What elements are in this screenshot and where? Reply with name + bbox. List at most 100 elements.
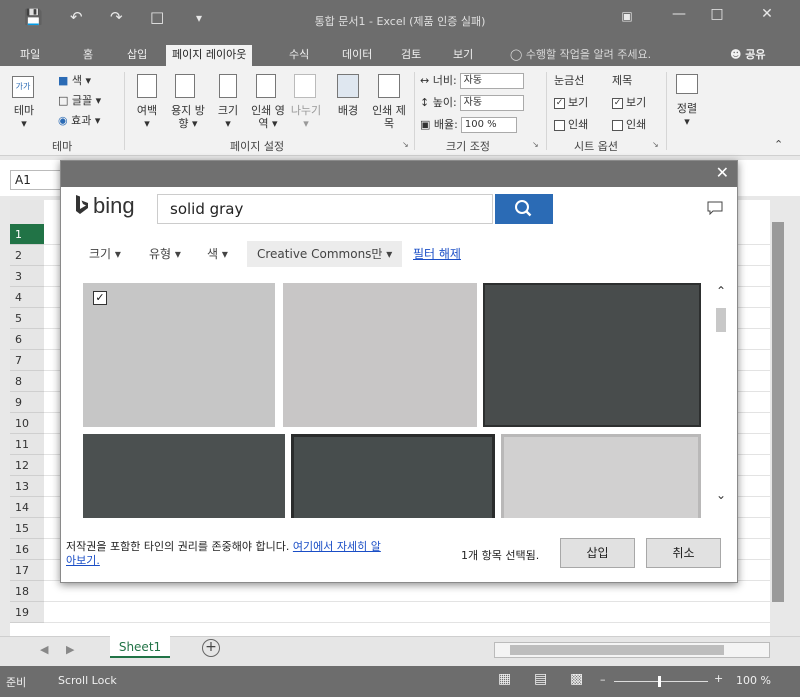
themes-button[interactable]: 테마 ▾: [8, 104, 40, 130]
cancel-button[interactable]: 취소: [646, 538, 721, 568]
print-area-button[interactable]: 인쇄 영역 ▾: [248, 104, 288, 130]
zoom-out-button[interactable]: –: [600, 673, 606, 686]
result-image[interactable]: [483, 283, 701, 427]
background-button[interactable]: 배경: [330, 104, 366, 117]
result-image[interactable]: ✓: [83, 283, 275, 427]
row-header[interactable]: 18: [10, 581, 44, 602]
gridlines-print-checkbox[interactable]: 인쇄: [554, 116, 588, 132]
results-scroll-thumb[interactable]: [716, 308, 726, 332]
maximize-button[interactable]: □: [702, 6, 732, 22]
tell-me-box[interactable]: ◯ 수행할 작업을 알려 주세요.: [510, 45, 651, 65]
type-filter[interactable]: 유형 ▾: [149, 241, 181, 267]
tab-formulas[interactable]: 수식: [283, 45, 315, 66]
vertical-scroll-thumb[interactable]: [772, 222, 784, 602]
scale-launcher-icon[interactable]: ↘: [532, 140, 539, 149]
color-filter[interactable]: 색 ▾: [207, 241, 228, 267]
scroll-up-icon[interactable]: ⌃: [711, 284, 731, 298]
select-all-corner[interactable]: [10, 200, 44, 224]
zoom-level[interactable]: 100 %: [736, 674, 771, 687]
arrange-button[interactable]: 정렬 ▾: [670, 102, 704, 128]
row-header[interactable]: 4: [10, 287, 44, 308]
insert-button[interactable]: 삽입: [560, 538, 635, 568]
group-divider: [124, 72, 125, 150]
print-titles-button[interactable]: 인쇄 제목: [370, 104, 408, 130]
scale-spinner[interactable]: 100 %: [460, 117, 517, 133]
row-header[interactable]: 14: [10, 497, 44, 518]
sheet-options-launcher-icon[interactable]: ↘: [652, 140, 659, 149]
theme-fonts-button[interactable]: □ 글꼴 ▾: [58, 92, 101, 108]
add-sheet-icon[interactable]: +: [202, 639, 220, 657]
minimize-button[interactable]: —: [664, 6, 694, 22]
clear-filters-link[interactable]: 필터 해제: [413, 241, 461, 267]
tab-view[interactable]: 보기: [447, 45, 479, 66]
tab-insert[interactable]: 삽입: [121, 45, 153, 66]
zoom-slider-track[interactable]: [614, 681, 708, 682]
size-filter[interactable]: 크기 ▾: [89, 241, 121, 267]
row-header[interactable]: 10: [10, 413, 44, 434]
row-header[interactable]: 1: [10, 224, 44, 245]
fonts-icon: □: [58, 94, 69, 107]
themes-icon: 가가: [12, 76, 34, 98]
next-sheet-icon[interactable]: ▶: [66, 643, 74, 656]
share-button[interactable]: ☻ 공유: [730, 45, 766, 65]
bing-b-icon: [76, 195, 88, 214]
sheet-tab-sheet1[interactable]: Sheet1: [110, 636, 170, 658]
result-image[interactable]: [501, 434, 701, 518]
row-header[interactable]: 8: [10, 371, 44, 392]
theme-effects-button[interactable]: ◉ 효과 ▾: [58, 112, 100, 128]
search-button[interactable]: [495, 194, 553, 224]
row-header[interactable]: 19: [10, 602, 44, 623]
row-header[interactable]: 3: [10, 266, 44, 287]
page-break-view-icon[interactable]: ▩: [570, 671, 583, 687]
selected-count: 1개 항목 선택됨.: [461, 549, 540, 562]
result-image[interactable]: [283, 283, 477, 427]
ribbon-display-options-icon[interactable]: ▣: [612, 9, 642, 23]
results-scrollbar[interactable]: ⌃ ⌄: [711, 278, 731, 518]
row-header[interactable]: 11: [10, 434, 44, 455]
zoom-in-button[interactable]: +: [714, 672, 723, 685]
row-header[interactable]: 16: [10, 539, 44, 560]
horizontal-scroll-thumb[interactable]: [510, 645, 724, 655]
normal-view-icon[interactable]: ▦: [498, 671, 511, 687]
result-image[interactable]: [291, 434, 495, 518]
headings-print-checkbox[interactable]: 인쇄: [612, 116, 646, 132]
row-header[interactable]: 12: [10, 455, 44, 476]
row-header[interactable]: 17: [10, 560, 44, 581]
zoom-slider-thumb[interactable]: [658, 676, 661, 687]
creative-commons-filter[interactable]: Creative Commons만 ▾: [247, 241, 403, 267]
dialog-close-icon[interactable]: ✕: [716, 164, 729, 182]
tab-data[interactable]: 데이터: [336, 45, 378, 66]
row-header[interactable]: 6: [10, 329, 44, 350]
page-layout-view-icon[interactable]: ▤: [534, 671, 547, 687]
scroll-down-icon[interactable]: ⌄: [711, 488, 731, 502]
tab-file[interactable]: 파일: [14, 45, 46, 66]
height-dropdown[interactable]: 자동: [459, 95, 524, 111]
tab-home[interactable]: 홈: [77, 45, 99, 66]
row-header[interactable]: 2: [10, 245, 44, 266]
orientation-button[interactable]: 용지 방향 ▾: [168, 104, 208, 130]
breaks-button[interactable]: 나누기 ▾: [286, 104, 326, 130]
headings-view-checkbox[interactable]: ✓ 보기: [612, 94, 646, 110]
margins-button[interactable]: 여백 ▾: [128, 104, 166, 130]
row-header[interactable]: 7: [10, 350, 44, 371]
collapse-ribbon-icon[interactable]: ⌃: [774, 138, 783, 151]
width-dropdown[interactable]: 자동: [459, 73, 524, 89]
tab-review[interactable]: 검토: [395, 45, 427, 66]
gridlines-view-checkbox[interactable]: ✓ 보기: [554, 94, 588, 110]
row-header[interactable]: 13: [10, 476, 44, 497]
row-header[interactable]: 9: [10, 392, 44, 413]
tab-page-layout[interactable]: 페이지 레이아웃: [166, 45, 253, 66]
size-button[interactable]: 크기 ▾: [210, 104, 246, 130]
row-header[interactable]: 15: [10, 518, 44, 539]
prev-sheet-icon[interactable]: ◀: [40, 643, 48, 656]
row-header[interactable]: 5: [10, 308, 44, 329]
result-image[interactable]: [83, 434, 285, 518]
close-window-button[interactable]: ✕: [752, 6, 782, 22]
theme-colors-button[interactable]: ■ 색 ▾: [58, 72, 91, 88]
image-search-input[interactable]: solid gray: [157, 194, 493, 224]
page-setup-launcher-icon[interactable]: ↘: [402, 140, 409, 149]
checkbox-checked-icon[interactable]: ✓: [93, 291, 107, 305]
lightbulb-icon: ◯: [510, 48, 526, 61]
feedback-icon[interactable]: [707, 201, 723, 215]
name-box[interactable]: A1: [10, 170, 62, 190]
